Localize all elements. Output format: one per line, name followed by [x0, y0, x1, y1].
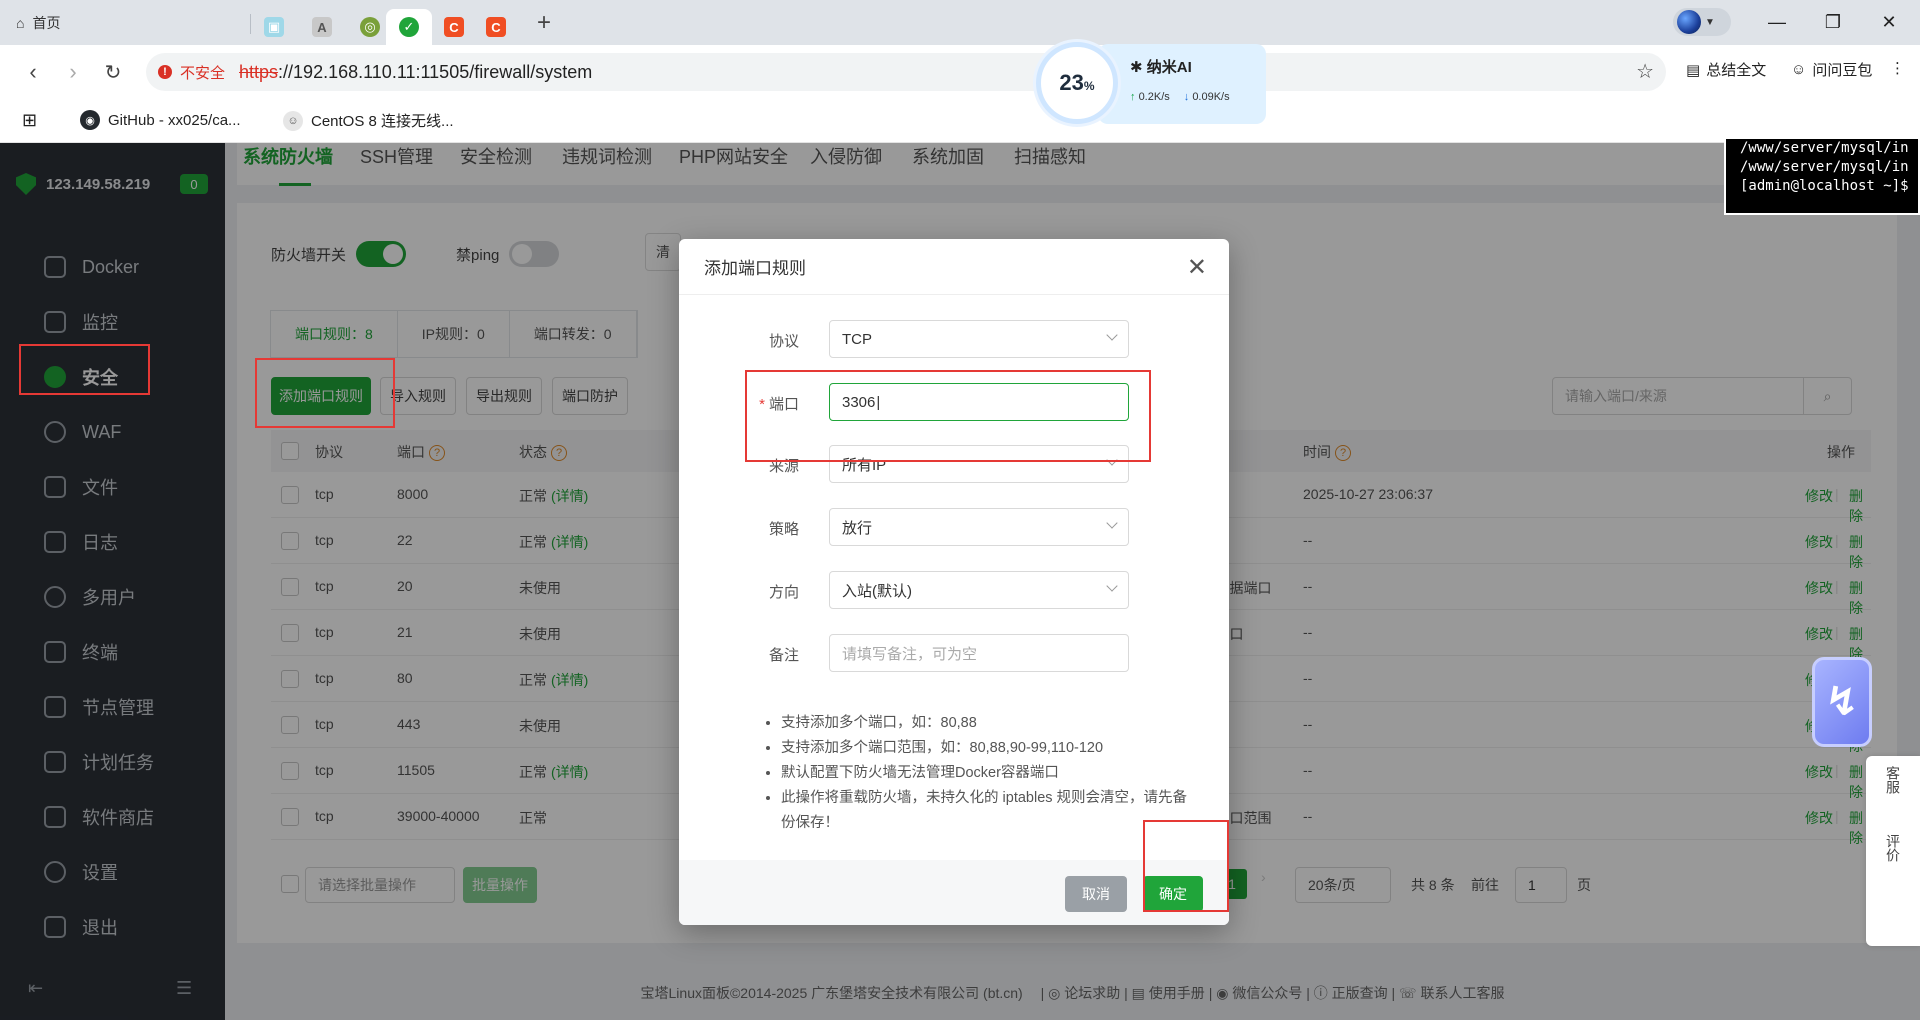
float-label: 评价 [1885, 834, 1901, 862]
restore-button[interactable]: ❐ [1805, 0, 1861, 45]
chevron-down-icon [1106, 329, 1118, 341]
shield-icon: ✓ [399, 17, 419, 37]
bookmark-star-icon[interactable]: ☆ [1636, 59, 1654, 84]
new-tab-button[interactable]: + [528, 8, 560, 38]
tab-5[interactable]: C [430, 9, 478, 45]
ai-title: ✱ 纳米AI [1130, 59, 1192, 76]
gauge-value: 23 [1059, 70, 1084, 95]
minimize-button[interactable]: — [1749, 0, 1805, 45]
avatar-icon: ☺ [1791, 61, 1807, 78]
warning-icon: ! [158, 65, 172, 79]
insecure-label: 不安全 [180, 64, 226, 82]
ai-speeds: ↑ 0.2K/s ↓ 0.09K/s [1130, 91, 1266, 103]
direction-select[interactable]: 入站(默认) [829, 571, 1129, 609]
bookmark-label: GitHub - xx025/ca... [108, 111, 241, 129]
protocol-label: 协议 [768, 333, 799, 350]
more-menu-icon[interactable]: ⋮ [1890, 59, 1905, 77]
highlight-box [255, 358, 395, 428]
tab-4-active[interactable]: ✓ [386, 9, 432, 45]
url-text: ://192.168.110.11:11505/firewall/system [278, 61, 593, 82]
globe-icon [1677, 10, 1701, 34]
avatar-icon: ☺ [283, 110, 303, 131]
close-icon[interactable]: ✕ [1187, 253, 1207, 282]
terminal-line: /www/server/mysql/in [1740, 140, 1909, 156]
direction-value: 入站(默认) [842, 582, 912, 600]
customer-service-button[interactable]: 客服 [1883, 766, 1903, 794]
dialog-title: 添加端口规则 [704, 259, 806, 278]
strategy-value: 放行 [842, 519, 873, 537]
chevron-down-icon [1106, 517, 1118, 529]
chevron-down-icon [1106, 580, 1118, 592]
tip-item: 支持添加多个端口，如：80,88 [781, 711, 1201, 736]
strategy-label: 策略 [768, 521, 799, 538]
url-scheme: https [239, 61, 279, 82]
close-window-button[interactable]: ✕ [1861, 0, 1917, 45]
tab-favicon-icon: A [312, 17, 332, 37]
chevron-down-icon: ▼ [1705, 16, 1715, 28]
reload-button[interactable]: ↻ [98, 57, 128, 87]
summary-label: 总结全文 [1706, 62, 1767, 79]
protocol-select[interactable]: TCP [829, 320, 1129, 358]
gauge-unit: % [1083, 79, 1095, 93]
tab-1[interactable]: ▣ [250, 9, 298, 45]
strategy-select[interactable]: 放行 [829, 508, 1129, 546]
bookmarks-bar: ⊞ ◉ GitHub - xx025/ca... ☺ CentOS 8 连接无线… [0, 100, 1920, 143]
tab-favicon-icon: ◎ [360, 17, 380, 37]
terminal-window[interactable]: /www/server/mysql/in/www/server/mysql/in… [1724, 137, 1920, 215]
csdn-icon: C [486, 17, 506, 37]
tab-home-label: 首页 [32, 14, 61, 31]
highlight-box [745, 370, 1151, 462]
ai-card: ✱ 纳米AI ↑ 0.2K/s ↓ 0.09K/s [1098, 44, 1266, 124]
browser-toolbar: ‹ › ↻ ! 不安全 https ://192.168.110.11:1150… [0, 45, 1920, 100]
tab-favicon-icon: ▣ [264, 17, 284, 37]
assistant-button[interactable]: ☺ 问问豆包 [1791, 59, 1872, 80]
apps-grid-icon[interactable]: ⊞ [22, 110, 37, 131]
feedback-button[interactable]: 评价 [1883, 834, 1903, 862]
back-button[interactable]: ‹ [18, 57, 48, 87]
ai-title-text: 纳米AI [1146, 59, 1192, 76]
profile-switcher[interactable]: ▼ [1673, 8, 1731, 36]
assistant-badge-icon[interactable]: ↯ [1812, 657, 1872, 747]
cpu-gauge: 23% [1036, 42, 1118, 124]
dialog-tips: 支持添加多个端口，如：80,88 支持添加多个端口范围，如：80,88,90-9… [761, 711, 1201, 836]
highlight-box [19, 344, 150, 395]
terminal-line: [admin@localhost ~]$ [1740, 178, 1909, 194]
github-icon: ◉ [80, 110, 100, 130]
right-float-panel: 客服 评价 [1866, 756, 1920, 946]
bookmark-label: CentOS 8 连接无线... [311, 113, 454, 130]
download-speed: 0.09K/s [1192, 91, 1230, 103]
csdn-icon: C [444, 17, 464, 37]
assistant-label: 问问豆包 [1812, 62, 1873, 79]
bookmark-centos[interactable]: ☺ CentOS 8 连接无线... [283, 110, 454, 131]
protocol-value: TCP [842, 330, 872, 348]
remark-label: 备注 [768, 647, 799, 664]
tip-item: 默认配置下防火墙无法管理Docker容器端口 [781, 761, 1201, 786]
remark-input[interactable]: 请填写备注，可为空 [829, 634, 1129, 672]
summary-button[interactable]: ▤ 总结全文 [1686, 59, 1766, 80]
home-icon: ⌂ [16, 14, 25, 31]
browser-tab-bar: ⌂ 首页 ▣ A ◎ ✓ C C + ▼ — ❐ ✕ [0, 0, 1920, 45]
upload-speed: 0.2K/s [1138, 91, 1170, 103]
terminal-line: /www/server/mysql/in [1740, 159, 1909, 175]
download-icon: ↓ [1183, 91, 1190, 103]
tab-home[interactable]: ⌂ 首页 [0, 0, 250, 45]
dialog-header: 添加端口规则 ✕ [679, 239, 1229, 295]
float-label: 客服 [1885, 766, 1901, 794]
tab-2[interactable]: A [298, 9, 346, 45]
document-icon: ▤ [1686, 61, 1701, 79]
bookmark-github[interactable]: ◉ GitHub - xx025/ca... [80, 110, 241, 130]
remark-placeholder: 请填写备注，可为空 [842, 645, 978, 663]
tip-item: 此操作将重载防火墙，未持久化的 iptables 规则会清空，请先备份保存！ [781, 786, 1201, 836]
address-bar[interactable]: ! 不安全 https ://192.168.110.11:11505/fire… [146, 53, 1666, 91]
ai-widget[interactable]: ✱ 纳米AI ↑ 0.2K/s ↓ 0.09K/s 23% [1036, 40, 1266, 126]
upload-icon: ↑ [1130, 91, 1136, 103]
highlight-box [1143, 820, 1229, 912]
direction-label: 方向 [768, 584, 799, 601]
forward-button[interactable]: › [58, 57, 88, 87]
tip-item: 支持添加多个端口范围，如：80,88,90-99,110-120 [781, 736, 1201, 761]
tab-6[interactable]: C [472, 9, 520, 45]
cancel-button[interactable]: 取消 [1065, 876, 1127, 912]
